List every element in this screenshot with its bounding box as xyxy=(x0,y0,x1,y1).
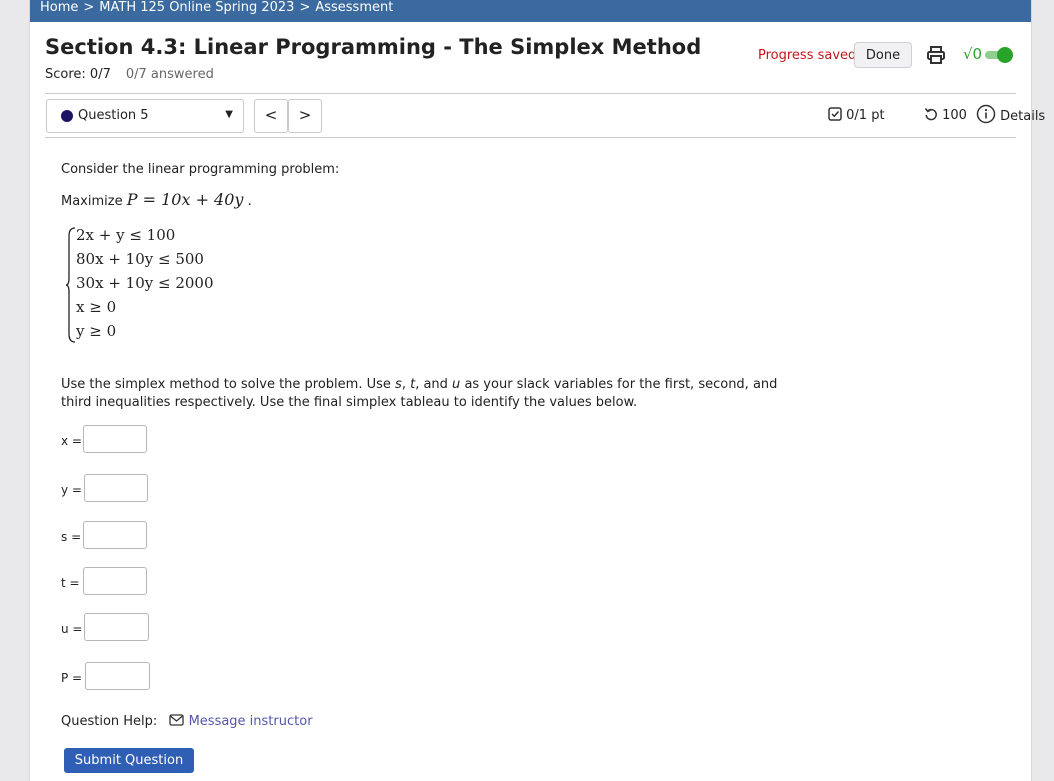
answer-x-input[interactable] xyxy=(83,425,147,453)
answer-label: s = xyxy=(61,530,82,544)
attempts-indicator: 100 xyxy=(924,107,967,123)
sqrt-toggle-icon[interactable]: √0 xyxy=(963,44,1015,66)
instructions-text: Use the simplex method to solve the prob… xyxy=(61,377,391,392)
question-help-label: Question Help: xyxy=(61,714,158,729)
submit-question-button[interactable]: Submit Question xyxy=(64,748,194,773)
message-instructor-link[interactable]: Message instructor xyxy=(169,714,313,729)
objective-equals: = xyxy=(142,190,156,209)
points-indicator: 0/1 pt xyxy=(828,107,885,123)
question-select[interactable]: Question 5 ▼ xyxy=(46,99,244,133)
score-text: Score: 0/7 xyxy=(45,67,111,82)
breadcrumb-separator: > xyxy=(83,0,95,15)
retry-icon xyxy=(924,108,937,121)
breadcrumb: Home > MATH 125 Online Spring 2023 > Assessm… xyxy=(30,0,1031,22)
attempts-text: 100 xyxy=(942,108,967,123)
question-status-dot xyxy=(61,110,73,122)
answer-label: x = xyxy=(61,434,82,448)
breadcrumb-current: Assessment xyxy=(315,0,394,15)
answered-count: 0/7 answered xyxy=(125,67,214,82)
objective-line: Maximize P = 10x + 40y . xyxy=(61,190,252,209)
question-select-label: Question 5 xyxy=(78,108,149,123)
constraint-row: 30x + 10y ≤ 2000 xyxy=(76,274,214,292)
message-instructor-label: Message instructor xyxy=(188,714,313,729)
question-instructions: Use the simplex method to solve the prob… xyxy=(61,377,778,410)
answer-label: t = xyxy=(61,576,80,590)
answer-t-input[interactable] xyxy=(83,567,147,595)
score-summary: Score: 0/7 0/7 answered xyxy=(45,67,214,82)
previous-question-button[interactable]: < xyxy=(254,99,288,133)
objective-function: P = 10x + 40y xyxy=(127,190,244,209)
maximize-label: Maximize xyxy=(61,194,123,209)
answer-label: y = xyxy=(61,483,82,497)
constraint-row: 2x + y ≤ 100 xyxy=(76,226,176,244)
breadcrumb-course-link[interactable]: MATH 125 Online Spring 2023 xyxy=(99,0,294,15)
page-title: Section 4.3: Linear Programming - The Si… xyxy=(45,35,702,59)
slack-var-s: s xyxy=(395,377,402,392)
constraint-row: y ≥ 0 xyxy=(76,322,117,340)
divider xyxy=(45,137,1016,138)
answer-u-input[interactable] xyxy=(84,613,149,641)
points-text: 0/1 pt xyxy=(846,108,885,123)
chevron-down-icon: ▼ xyxy=(225,109,233,120)
printer-icon[interactable] xyxy=(926,45,946,65)
slack-var-u: u xyxy=(452,377,461,392)
details-label: Details xyxy=(1000,109,1046,124)
constraint-row: x ≥ 0 xyxy=(76,298,117,316)
left-brace-icon xyxy=(66,227,76,343)
question-intro: Consider the linear programming problem: xyxy=(61,162,340,177)
details-link[interactable]: Details xyxy=(976,104,1045,124)
answer-p-input[interactable] xyxy=(85,662,150,690)
sqrt-glyph: √0 xyxy=(963,45,983,63)
objective-variable: P xyxy=(126,190,138,209)
divider xyxy=(45,93,1016,94)
objective-expression: 10x + 40y xyxy=(161,190,244,209)
progress-saved-status: Progress saved xyxy=(758,48,857,63)
assessment-page: Home > MATH 125 Online Spring 2023 > Assessm… xyxy=(29,0,1045,781)
envelope-icon xyxy=(169,714,185,726)
constraint-row: 80x + 10y ≤ 500 xyxy=(76,250,204,268)
answer-label: P = xyxy=(61,671,83,685)
checkbox-icon xyxy=(828,107,842,121)
question-help: Question Help: Message instructor xyxy=(61,714,313,729)
answer-s-input[interactable] xyxy=(83,521,147,549)
breadcrumb-separator: > xyxy=(299,0,311,15)
breadcrumb-home-link[interactable]: Home xyxy=(40,0,78,15)
info-icon xyxy=(976,104,996,124)
answer-label: u = xyxy=(61,622,83,636)
slack-var-t: t xyxy=(410,377,416,392)
next-question-button[interactable]: > xyxy=(288,99,322,133)
answer-y-input[interactable] xyxy=(84,474,148,502)
done-button[interactable]: Done xyxy=(854,42,912,68)
